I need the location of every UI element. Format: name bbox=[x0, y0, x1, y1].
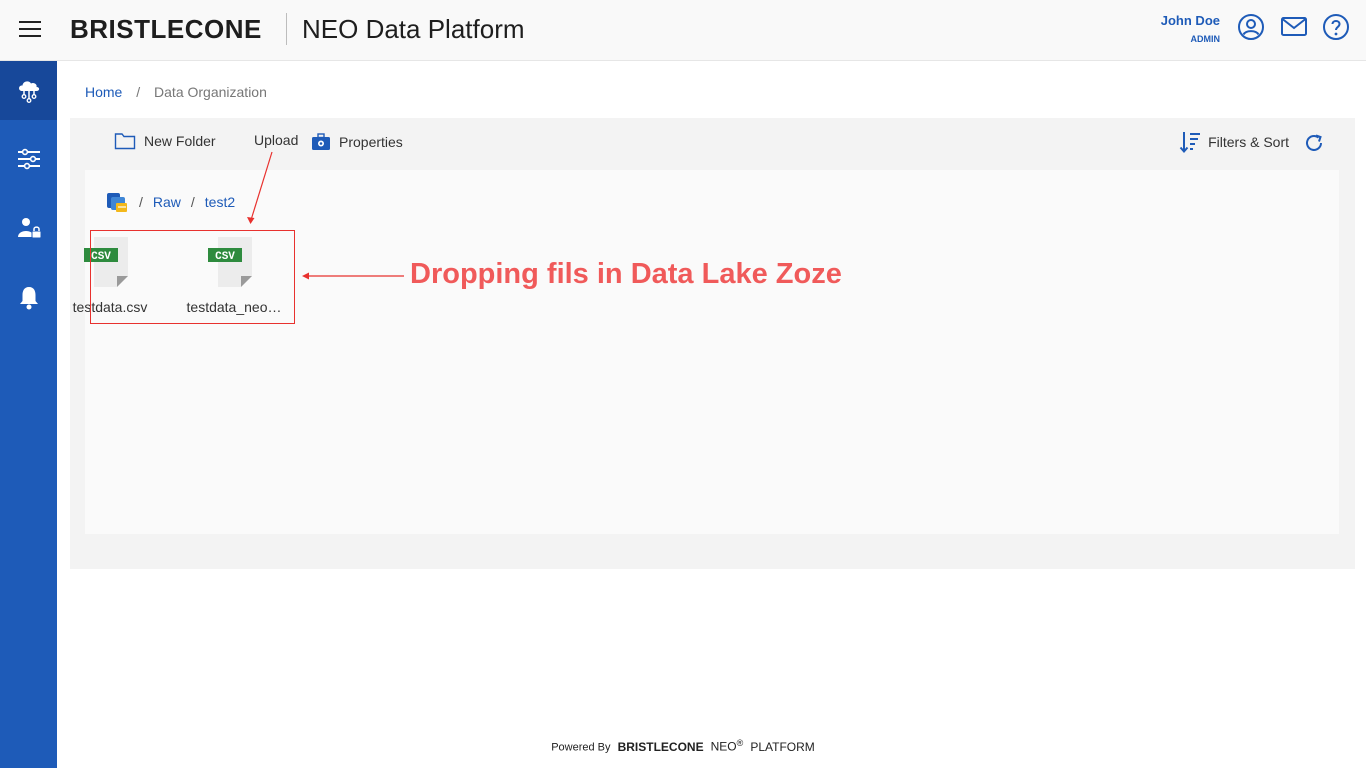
sliders-icon bbox=[17, 148, 40, 169]
sidebar bbox=[0, 61, 57, 768]
user-name: John Doe bbox=[1160, 13, 1220, 28]
refresh-icon[interactable] bbox=[1303, 132, 1325, 159]
breadcrumb-home[interactable]: Home bbox=[85, 84, 122, 100]
path-item-test2[interactable]: test2 bbox=[205, 194, 235, 210]
user-circle-icon[interactable] bbox=[1237, 13, 1265, 41]
path-separator: / bbox=[139, 194, 143, 210]
file-browser-panel: New Folder Upload Properties Filters & S… bbox=[70, 118, 1355, 569]
new-folder-button[interactable]: New Folder bbox=[114, 132, 216, 150]
upload-button[interactable]: Upload bbox=[254, 132, 298, 148]
footer-brand: BRISTLECONE bbox=[617, 739, 704, 754]
annotation-highlight-box bbox=[90, 230, 295, 324]
annotation-text: Dropping fils in Data Lake Zoze bbox=[410, 258, 842, 290]
mail-icon[interactable] bbox=[1280, 13, 1308, 41]
sort-icon bbox=[1179, 132, 1201, 154]
user-lock-icon bbox=[17, 217, 41, 238]
filters-sort-label: Filters & Sort bbox=[1208, 134, 1289, 150]
breadcrumb-separator: / bbox=[136, 84, 141, 100]
user-role: ADMIN bbox=[1190, 34, 1221, 44]
menu-icon[interactable] bbox=[19, 21, 41, 39]
footer-registered-mark: ® bbox=[736, 738, 744, 748]
data-lake-icon[interactable] bbox=[105, 190, 129, 214]
footer-powered-by: Powered By bbox=[551, 741, 611, 754]
cloud-network-icon bbox=[18, 80, 39, 103]
help-icon[interactable] bbox=[1322, 13, 1350, 41]
file-area: / Raw / test2 CSV testdata.csv CSV testd… bbox=[73, 170, 1339, 534]
upload-label: Upload bbox=[254, 132, 299, 148]
app-title: NEO Data Platform bbox=[302, 14, 525, 44]
sidebar-item-access[interactable] bbox=[0, 198, 57, 257]
properties-icon bbox=[312, 133, 330, 150]
folder-icon bbox=[114, 133, 136, 150]
sidebar-item-data[interactable] bbox=[0, 61, 57, 120]
path-separator: / bbox=[190, 194, 195, 210]
sidebar-item-pipelines[interactable] bbox=[0, 129, 57, 188]
bell-icon bbox=[19, 286, 38, 309]
footer-platform: PLATFORM bbox=[750, 739, 815, 754]
app-header: BRISTLECONE NEO Data Platform John Doe A… bbox=[0, 0, 1366, 61]
breadcrumb-current: Data Organization bbox=[154, 84, 267, 100]
new-folder-label: New Folder bbox=[144, 133, 216, 149]
brand-logo: BRISTLECONE bbox=[70, 14, 262, 44]
path-item-raw[interactable]: Raw bbox=[153, 194, 181, 210]
properties-label: Properties bbox=[339, 134, 403, 150]
footer: Powered By BRISTLECONE NEO® PLATFORM bbox=[0, 738, 1366, 754]
folder-path: / Raw / test2 bbox=[105, 190, 235, 214]
properties-button[interactable]: Properties bbox=[311, 132, 403, 152]
breadcrumb: Home / Data Organization bbox=[85, 84, 267, 100]
header-divider bbox=[286, 13, 287, 45]
filters-sort-button[interactable]: Filters & Sort bbox=[1178, 130, 1289, 154]
user-info[interactable]: John Doe ADMIN bbox=[1161, 13, 1220, 44]
footer-neo: NEO bbox=[710, 739, 737, 754]
sidebar-item-notifications[interactable] bbox=[0, 268, 57, 327]
